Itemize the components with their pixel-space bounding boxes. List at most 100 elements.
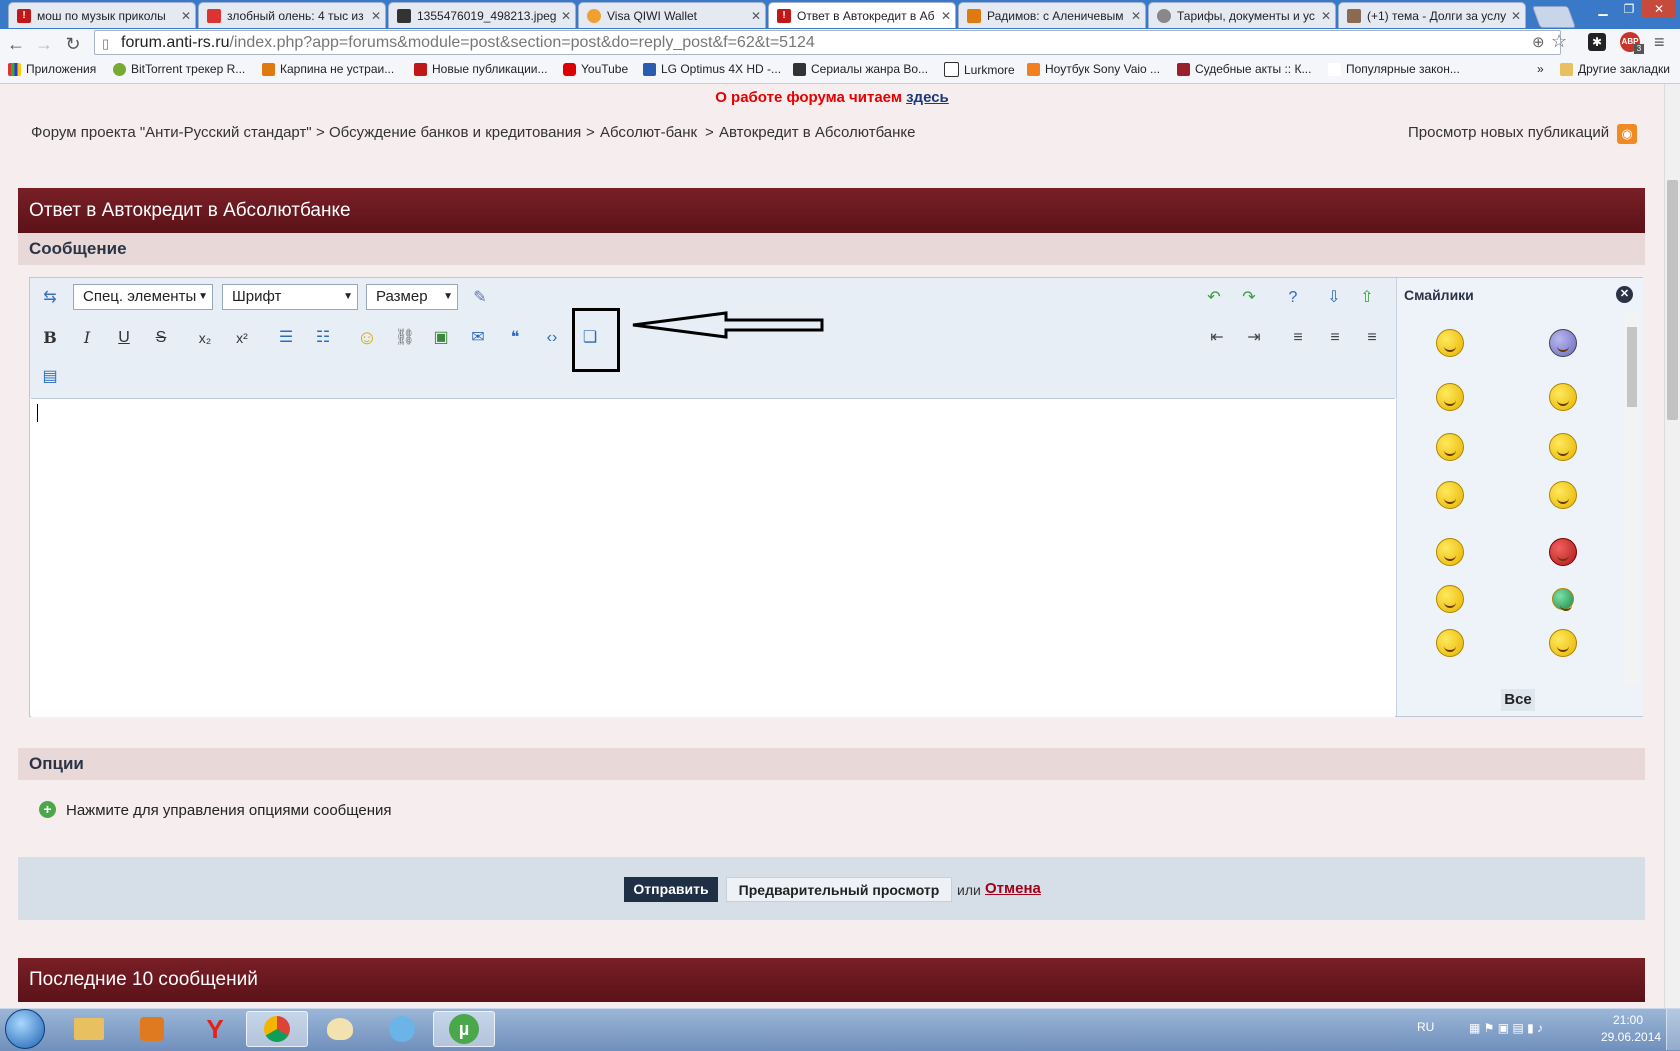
align-left-icon[interactable]: ≡ [1286,326,1310,350]
bookmark-apps[interactable]: Приложения [8,62,96,76]
outdent-icon[interactable]: ⇤ [1205,326,1229,350]
breadcrumb-item[interactable]: Абсолют-банк [600,124,697,141]
smileys-scrollbar[interactable] [1625,313,1639,683]
cancel-link[interactable]: Отмена [985,880,1041,897]
link-icon[interactable]: ⛓ [393,326,417,350]
bookmark[interactable]: Lurkmore [944,62,1015,77]
back-icon[interactable]: ← [5,33,27,55]
close-tab-icon[interactable]: ✕ [1507,9,1525,23]
all-smileys-button[interactable]: Все [1501,689,1535,711]
smiley[interactable] [1510,320,1616,366]
bold-icon[interactable]: B [38,326,62,350]
browser-tab[interactable]: Visa QIWI Wallet ✕ [578,2,766,28]
smiley[interactable] [1510,472,1616,518]
bookmark[interactable]: Карпина не устраи... [262,62,394,76]
add-circle-icon[interactable]: + [39,801,56,818]
close-tab-icon[interactable]: ✕ [747,9,765,23]
breadcrumb-item[interactable]: Форум проекта "Анти-Русский стандарт" [31,124,312,141]
undo-icon[interactable]: ↶ [1202,286,1226,310]
smiley[interactable] [1397,529,1503,575]
strikethrough-icon[interactable]: S [149,326,173,350]
taskbar-paint[interactable] [309,1011,371,1047]
bookmark[interactable]: YouTube [563,62,628,76]
browser-tab[interactable]: (+1) тема - Долги за услу ✕ [1338,2,1526,28]
smiley[interactable] [1397,620,1503,666]
star-icon[interactable]: ☆ [1551,31,1567,52]
tray-icons[interactable]: ▦ ⚑ ▣ ▤ ▮ ♪ [1469,1021,1543,1035]
help-icon[interactable]: ? [1281,286,1305,310]
taskbar-app[interactable] [371,1011,433,1047]
smiley[interactable] [1397,320,1503,366]
language-indicator[interactable]: RU [1417,1020,1434,1034]
minimize-icon[interactable]: ▁ [1590,0,1616,18]
rss-icon[interactable]: ◉ [1617,124,1637,144]
indent-icon[interactable]: ⇥ [1242,326,1266,350]
bookmark[interactable]: Популярные закон... [1328,62,1460,76]
clock-date[interactable]: 29.06.2014 [1601,1030,1661,1044]
align-right-icon[interactable]: ≡ [1360,326,1384,350]
smiley[interactable] [1510,529,1616,575]
numbered-list-icon[interactable]: ☷ [311,326,335,350]
twitter-share-icon[interactable]: ▤ [38,365,62,389]
restore-icon[interactable]: ❐ [1616,0,1642,18]
underline-icon[interactable]: U [112,326,136,350]
quote-icon[interactable]: ❝ [503,326,527,350]
smiley[interactable] [1397,472,1503,518]
font-select[interactable]: Шрифт ▼ [222,284,358,310]
show-desktop-button[interactable] [1666,1009,1680,1050]
toggle-editor-icon[interactable]: ⇆ [38,286,62,310]
close-tab-icon[interactable]: ✕ [367,9,385,23]
close-smileys-icon[interactable]: ✕ [1616,286,1633,303]
taskbar-explorer[interactable] [58,1011,120,1047]
smiley[interactable] [1397,424,1503,470]
close-tab-icon[interactable]: ✕ [177,9,195,23]
browser-tab-active[interactable]: ! Ответ в Автокредит в Аб ✕ [768,2,956,28]
scrollbar-thumb[interactable] [1627,327,1637,407]
close-tab-icon[interactable]: ✕ [1127,9,1145,23]
browser-tab[interactable]: злобный олень: 4 тыс из ✕ [198,2,386,28]
vertical-scrollbar[interactable] [1664,84,1680,1008]
align-center-icon[interactable]: ≡ [1323,326,1347,350]
browser-tab[interactable]: 1355476019_498213.jpeg ✕ [388,2,576,28]
menu-icon[interactable]: ≡ [1654,32,1665,53]
special-elements-select[interactable]: Спец. элементы ▼ [73,284,213,310]
emoticon-icon[interactable]: ☺ [355,326,379,350]
smiley[interactable] [1510,620,1616,666]
image-icon[interactable]: ▣ [429,326,453,350]
bookmarks-more[interactable]: » [1537,62,1544,76]
bookmark[interactable]: Новые публикации... [414,62,548,76]
bookmark[interactable]: BitTorrent трекер R... [113,62,245,76]
smiley[interactable] [1510,374,1616,420]
other-bookmarks[interactable]: Другие закладки [1560,62,1670,76]
address-bar[interactable]: ▯ forum.anti-rs.ru/index.php?app=forums&… [94,30,1567,55]
save-draft-icon[interactable]: ⇧ [1355,286,1379,310]
taskbar-yandex[interactable]: Y [184,1011,246,1047]
redo-icon[interactable]: ↷ [1237,286,1261,310]
remove-format-icon[interactable]: ✎ [468,286,492,310]
subscript-icon[interactable]: x₂ [193,326,217,350]
breadcrumb-item[interactable]: Обсуждение банков и кредитования [329,124,581,141]
close-tab-icon[interactable]: ✕ [1317,9,1335,23]
clock-time[interactable]: 21:00 [1613,1013,1643,1027]
bookmark[interactable]: Сериалы жанра Во... [793,62,928,76]
bookmark[interactable]: Ноутбук Sony Vaio ... [1027,62,1160,76]
new-posts-link[interactable]: Просмотр новых публикаций [1408,124,1609,141]
start-button[interactable] [5,1009,45,1049]
email-icon[interactable]: ✉ [466,326,490,350]
zoom-icon[interactable]: ⊕ [1532,33,1545,51]
italic-icon[interactable]: I [75,326,99,350]
message-textarea[interactable] [31,398,1395,717]
bookmark[interactable]: Судебные акты :: К... [1177,62,1311,76]
taskbar-utorrent[interactable]: µ [433,1011,495,1047]
preview-button[interactable]: Предварительный просмотр [726,877,952,902]
extension-icon[interactable]: ✱ [1588,33,1606,51]
close-tab-icon[interactable]: ✕ [557,9,575,23]
new-tab-button[interactable] [1531,6,1577,28]
scrollbar-thumb[interactable] [1667,180,1678,420]
smiley[interactable] [1510,424,1616,470]
reload-icon[interactable]: ↻ [62,33,84,55]
browser-tab[interactable]: ! мош по музык приколы ✕ [8,2,196,28]
superscript-icon[interactable]: x² [230,326,254,350]
smiley[interactable] [1397,374,1503,420]
taskbar-media-player[interactable] [121,1011,183,1047]
